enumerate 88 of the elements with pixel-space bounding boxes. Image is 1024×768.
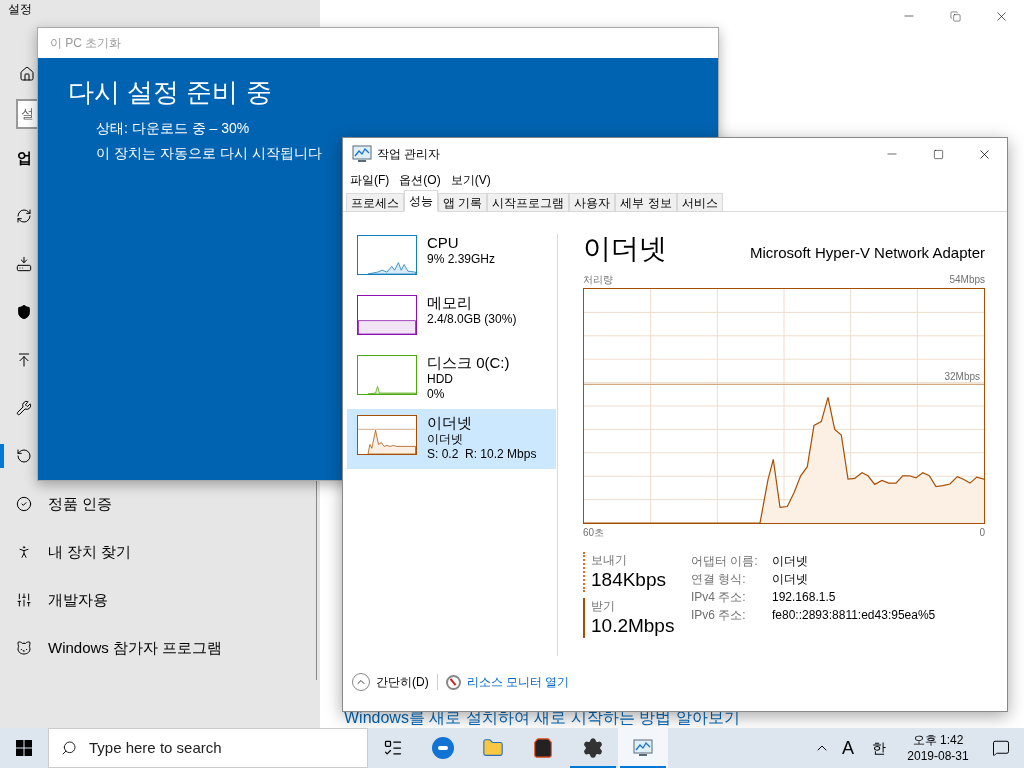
- check-circle-icon: [16, 496, 32, 512]
- cat-icon: [16, 640, 32, 656]
- property-value: fe80::2893:8811:ed43:95ea%5: [772, 607, 936, 624]
- clock-date: 2019-08-31: [907, 748, 969, 764]
- search-field[interactable]: Type here to search: [48, 728, 368, 768]
- resource-detail: HDD: [427, 372, 454, 387]
- resource-name: 디스크 0(C:): [427, 354, 510, 372]
- resource-name: 이더넷: [427, 414, 473, 432]
- store-bag-icon: [532, 737, 554, 759]
- tools-icon: [16, 592, 32, 608]
- folder-icon: [482, 737, 504, 759]
- section-heading: 업: [17, 148, 32, 168]
- graph-start-label: 60초: [583, 526, 605, 540]
- adapter-name: Microsoft Hyper-V Network Adapter: [749, 243, 985, 263]
- tray-arrows-icon: [16, 256, 32, 272]
- settings-icon: [582, 737, 604, 759]
- recovery-icon: [16, 448, 32, 464]
- search-icon: [61, 740, 77, 756]
- graph-max-label: 54Mbps: [949, 273, 985, 287]
- resource-monitor-link[interactable]: 리소스 모니터 열기: [466, 673, 570, 691]
- menu-item[interactable]: 파일(F): [345, 171, 395, 189]
- property-label: IPv6 주소:: [691, 607, 747, 624]
- wrench-icon: [16, 400, 32, 416]
- input-mode-indicator[interactable]: A: [838, 734, 858, 762]
- ime-indicator[interactable]: 한: [864, 737, 894, 759]
- selection-bar: [0, 444, 4, 468]
- monitor-graph-icon: [351, 144, 373, 164]
- nav-item[interactable]: Windows 참가자 프로그램: [0, 624, 320, 672]
- resource-item[interactable]: 디스크 0(C:) HDD 0%: [347, 349, 556, 409]
- property-value: 192.168.1.5: [772, 589, 836, 606]
- person-icon: [16, 544, 32, 560]
- restart-message: 이 장치는 자동으로 다시 시작됩니다: [96, 144, 322, 163]
- graph-mark-label: 32Mbps: [944, 371, 980, 384]
- clock-time: 오후 1:42: [912, 732, 964, 748]
- running-indicator: [620, 766, 666, 768]
- clock[interactable]: 오후 1:42 2019-08-31: [898, 732, 978, 764]
- shield-icon: [16, 304, 32, 320]
- tab[interactable]: 성능: [404, 190, 438, 212]
- property-label: IPv4 주소:: [691, 589, 747, 606]
- windows-icon: [16, 740, 32, 756]
- tab[interactable]: 앱 기록: [438, 193, 488, 212]
- upload-icon: [16, 352, 32, 368]
- tab[interactable]: 세부 정보: [615, 193, 677, 212]
- menu-item[interactable]: 보기(V): [445, 171, 496, 189]
- dialog-heading: 다시 설정 준비 중: [68, 76, 272, 108]
- stat-value: 10.2Mbps: [591, 614, 676, 638]
- property-label: 어댑터 이름:: [691, 553, 759, 570]
- tab[interactable]: 사용자: [569, 193, 616, 212]
- resource-detail: 이더넷: [427, 432, 464, 447]
- panel-title: 이더넷: [583, 233, 667, 265]
- sync-icon: [16, 208, 32, 224]
- resource-item[interactable]: 이더넷 이더넷 S: 0.2 R: 10.2 Mbps: [347, 409, 556, 469]
- property-value: 이더넷: [772, 553, 808, 570]
- resource-item[interactable]: 메모리 2.4/8.0GB (30%): [347, 289, 556, 349]
- resource-name: 메모리: [427, 294, 473, 312]
- fewer-details-button[interactable]: 간단히(D): [352, 673, 429, 691]
- property-label: 연결 형식:: [691, 571, 747, 588]
- window-title: 작업 관리자: [377, 146, 441, 163]
- menu-item[interactable]: 옵션(O): [394, 171, 446, 189]
- window-title: 설정: [7, 1, 33, 17]
- nav-item[interactable]: 내 장치 찾기: [0, 528, 320, 576]
- property-value: 이더넷: [772, 571, 808, 588]
- help-link[interactable]: Windows를 새로 설치하여 새로 시작하는 방법 알아보기: [344, 709, 740, 727]
- maximize-icon: [932, 148, 944, 160]
- monitor-graph-icon: [632, 738, 654, 758]
- stat-label: 받기: [591, 598, 616, 614]
- restore-icon: [949, 10, 961, 22]
- resource-detail: S: 0.2 R: 10.2 Mbps: [427, 447, 537, 462]
- nav-item[interactable]: 정품 인증: [0, 480, 320, 528]
- tab[interactable]: 시작프로그램: [487, 193, 570, 212]
- notification-icon[interactable]: [992, 739, 1010, 757]
- dialog-title: 이 PC 초기화: [50, 35, 122, 52]
- resource-name: CPU: [427, 234, 460, 252]
- graph-title: 처리량: [583, 273, 613, 287]
- stat-label: 보내기: [591, 552, 628, 568]
- gauge-icon: [445, 674, 461, 690]
- tab[interactable]: 프로세스: [346, 193, 404, 212]
- home-icon[interactable]: [19, 66, 35, 82]
- running-indicator: [570, 766, 616, 768]
- graph-end-label: 0: [979, 526, 985, 540]
- nav-item[interactable]: 개발자용: [0, 576, 320, 624]
- resource-detail: 9% 2.39GHz: [427, 252, 496, 267]
- resource-detail: 2.4/8.0GB (30%): [427, 312, 517, 327]
- status-text: 상태: 다운로드 중 – 30%: [96, 119, 250, 138]
- resource-detail: 0%: [427, 387, 446, 402]
- resource-item[interactable]: CPU 9% 2.39GHz: [347, 229, 556, 289]
- tab[interactable]: 서비스: [676, 193, 723, 212]
- stat-value: 184Kbps: [591, 568, 667, 592]
